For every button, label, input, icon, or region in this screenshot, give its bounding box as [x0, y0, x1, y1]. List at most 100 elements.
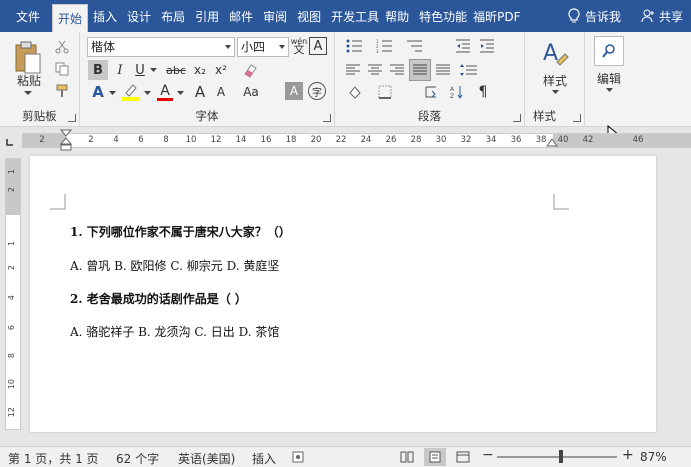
copy-icon[interactable] [53, 60, 71, 78]
multilevel-list-icon[interactable] [403, 37, 429, 55]
font-name-combo[interactable]: 楷体 [87, 37, 235, 57]
show-marks-icon[interactable]: ¶ [473, 82, 493, 102]
right-indent-marker-icon[interactable] [546, 138, 558, 148]
character-border-icon[interactable]: A [309, 37, 327, 55]
tab-insert[interactable]: 插入 [88, 0, 122, 32]
document-page[interactable]: 1. 下列哪位作家不属于唐宋八大家？（） A. 曾巩 B. 欧阳修 C. 柳宗元… [30, 156, 656, 432]
tab-layout[interactable]: 布局 [156, 0, 190, 32]
paragraph-launcher-icon[interactable] [513, 114, 521, 122]
paste-label[interactable]: 粘贴 [12, 72, 46, 88]
editing-dropdown-icon[interactable] [605, 86, 613, 94]
underline-dropdown-icon[interactable] [149, 66, 157, 74]
italic-button[interactable]: I [111, 60, 129, 80]
tab-home[interactable]: 开始 [52, 4, 89, 32]
zoom-slider-thumb[interactable] [559, 450, 563, 463]
answer-1[interactable]: A. 曾巩 B. 欧阳修 C. 柳宗元 D. 黄庭坚 [70, 257, 279, 274]
zoom-out-button[interactable]: − [482, 447, 494, 463]
format-painter-icon[interactable] [53, 82, 71, 100]
word-count[interactable]: 62 个字 [116, 450, 159, 467]
share-button[interactable]: 共享 [633, 8, 691, 25]
paste-dropdown-arrow[interactable] [20, 88, 36, 98]
ruler-right-margin [553, 134, 691, 147]
tab-references[interactable]: 引用 [190, 0, 224, 32]
enclose-characters-icon[interactable]: 字 [308, 82, 326, 100]
change-case-icon[interactable]: Aa [240, 82, 262, 102]
page-count[interactable]: 第 1 页，共 1 页 [8, 450, 99, 467]
bold-button[interactable]: B [88, 60, 108, 80]
tab-design[interactable]: 设计 [122, 0, 156, 32]
ruler-tick-label: 18 [285, 135, 297, 145]
font-launcher-icon[interactable] [323, 114, 331, 122]
zoom-level[interactable]: 87% [640, 450, 667, 464]
tell-me-button[interactable]: 告诉我 [559, 8, 629, 25]
vruler-tick-label: 1 [7, 169, 16, 175]
macro-record-icon[interactable] [292, 451, 304, 463]
increase-indent-icon[interactable] [477, 37, 497, 55]
align-center-icon[interactable] [365, 60, 385, 80]
zoom-slider-track[interactable] [497, 456, 617, 458]
indent-marker-icon[interactable] [60, 129, 72, 155]
tab-review[interactable]: 审阅 [258, 0, 292, 32]
highlight-dropdown-icon[interactable] [143, 89, 151, 97]
tab-developer[interactable]: 开发工具 [326, 0, 380, 32]
tab-view[interactable]: 视图 [292, 0, 326, 32]
styles-launcher-icon[interactable] [573, 114, 581, 122]
question-2[interactable]: 2. 老舍最成功的话剧作品是（ ） [70, 290, 247, 307]
vruler-tick-label: 12 [7, 407, 16, 418]
align-left-icon[interactable] [343, 60, 363, 80]
tab-features[interactable]: 特色功能 [414, 0, 468, 32]
text-effects-icon[interactable]: A [88, 82, 108, 102]
lightbulb-icon [568, 8, 580, 23]
tab-foxit-pdf[interactable]: 福昕PDF [468, 0, 520, 32]
justify-icon[interactable] [409, 59, 431, 81]
strikethrough-button[interactable]: abc [164, 60, 188, 80]
shrink-font-icon[interactable]: A [211, 82, 231, 102]
answer-2[interactable]: A. 骆驼祥子 B. 龙须沟 C. 日出 D. 茶馆 [70, 323, 279, 340]
chinese-layout-icon[interactable] [421, 82, 441, 102]
insert-mode[interactable]: 插入 [252, 450, 276, 467]
styles-dropdown-icon[interactable] [551, 88, 559, 96]
character-shading-icon[interactable]: A [285, 82, 303, 100]
language[interactable]: 英语(美国) [178, 450, 235, 467]
numbering-icon[interactable]: 123 [373, 37, 399, 55]
cut-icon[interactable] [53, 38, 71, 56]
font-color-dropdown-icon[interactable] [176, 89, 184, 97]
superscript-button[interactable]: x² [211, 60, 231, 80]
read-mode-icon[interactable] [400, 451, 414, 463]
sort-icon[interactable]: AZ [447, 82, 467, 102]
ruler-tick-label: 42 [582, 135, 594, 145]
vertical-ruler[interactable]: 1 2 1 2 4 6 8 10 12 [5, 158, 21, 430]
clear-formatting-icon[interactable] [240, 60, 262, 80]
editing-label[interactable]: 编辑 [587, 70, 631, 86]
clipboard-launcher-icon[interactable] [68, 114, 76, 122]
zoom-in-button[interactable]: + [622, 447, 634, 463]
bullets-icon[interactable] [343, 37, 369, 55]
vertical-scroll-area[interactable] [657, 150, 691, 446]
web-layout-icon[interactable] [456, 451, 470, 463]
styles-icon[interactable]: A [539, 36, 571, 70]
tab-mailings[interactable]: 邮件 [224, 0, 258, 32]
question-1[interactable]: 1. 下列哪位作家不属于唐宋八大家？（） [70, 223, 291, 240]
print-layout-button[interactable] [424, 448, 446, 466]
decrease-indent-icon[interactable] [453, 37, 473, 55]
print-layout-icon [429, 451, 441, 463]
shading-icon[interactable] [343, 82, 367, 102]
font-color-icon[interactable]: A [155, 82, 175, 102]
styles-label[interactable]: 样式 [531, 72, 579, 88]
highlight-color-icon[interactable] [120, 82, 142, 102]
search-icon[interactable] [594, 36, 624, 66]
phonetic-guide-icon[interactable]: wén 文 [290, 36, 308, 56]
line-spacing-icon[interactable] [457, 60, 481, 80]
text-effects-dropdown-icon[interactable] [108, 89, 116, 97]
tab-help[interactable]: 帮助 [380, 0, 414, 32]
grow-font-icon[interactable]: A [190, 82, 210, 102]
subscript-button[interactable]: x₂ [190, 60, 210, 80]
distributed-icon[interactable] [433, 60, 453, 80]
horizontal-ruler[interactable]: 2 2 4 6 8 10 12 14 16 18 20 22 24 26 28 … [22, 129, 691, 151]
borders-icon[interactable] [373, 82, 397, 102]
tab-selector[interactable] [0, 130, 22, 150]
underline-button[interactable]: U [131, 60, 149, 80]
font-size-combo[interactable]: 小四 [237, 37, 289, 57]
align-right-icon[interactable] [387, 60, 407, 80]
tab-file[interactable]: 文件 [0, 0, 52, 32]
